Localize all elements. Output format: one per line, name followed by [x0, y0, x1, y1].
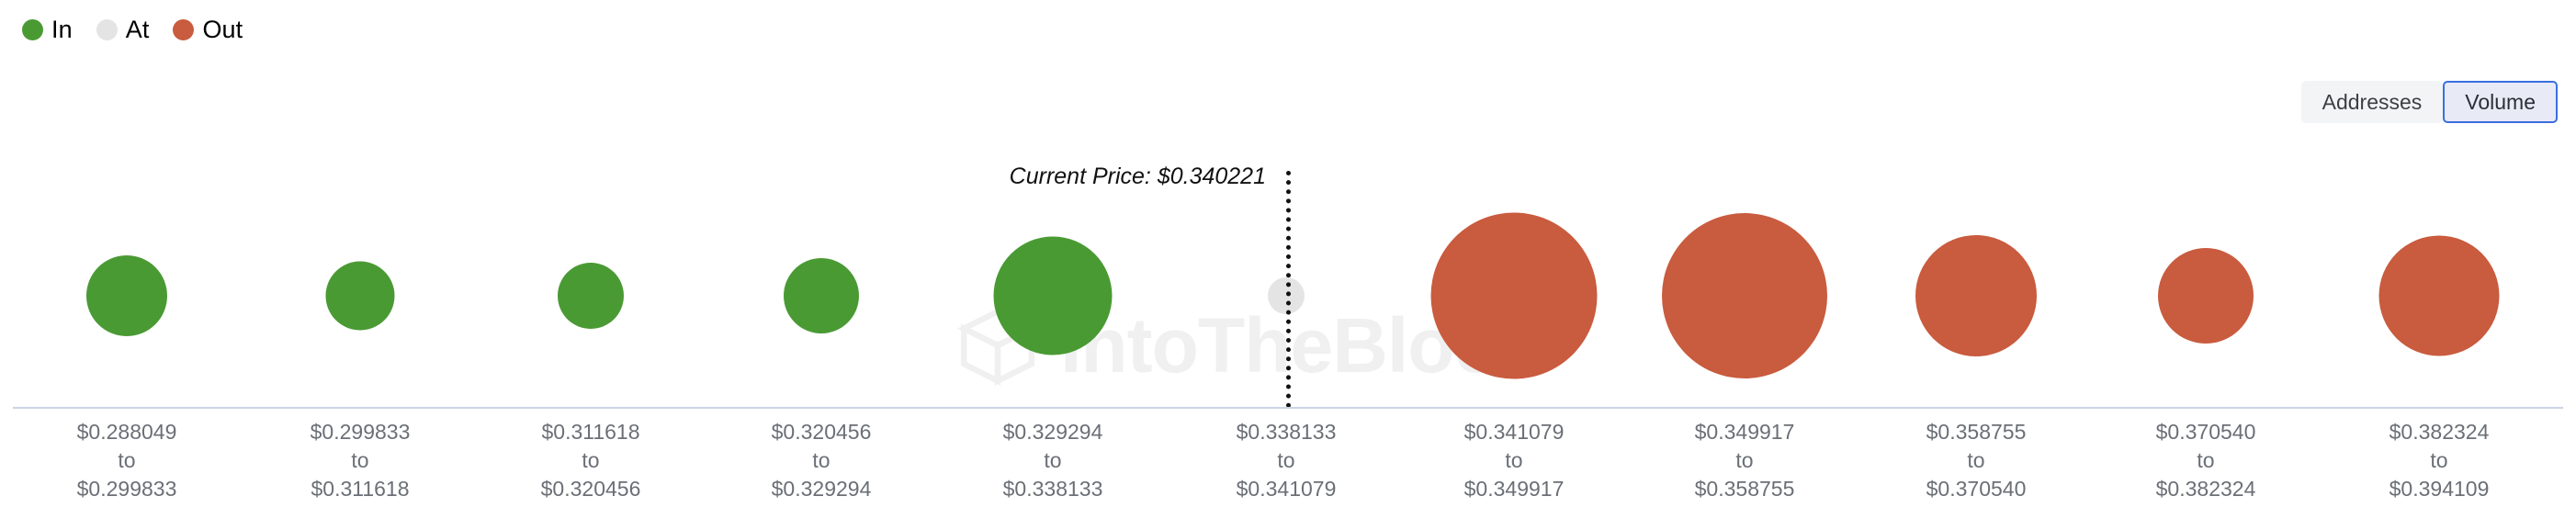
- current-price-line: [1286, 171, 1291, 408]
- range-from: $0.320456: [771, 420, 872, 444]
- x-axis-label-7: $0.349917 to $0.358755: [1695, 418, 1795, 503]
- x-axis-label-10: $0.382324 to $0.394109: [2390, 418, 2490, 503]
- range-from: $0.288049: [76, 420, 177, 444]
- x-axis-baseline: [13, 407, 2563, 409]
- range-from: $0.358755: [1926, 420, 2027, 444]
- bubble-out-7[interactable]: [1662, 213, 1827, 378]
- bubble-histogram-chart: In At Out Addresses Volume IntoTheBlock Cur…: [0, 0, 2576, 530]
- range-to: $0.341079: [1236, 477, 1337, 501]
- range-separator: to: [2197, 448, 2215, 472]
- range-from: $0.329294: [1002, 420, 1103, 444]
- range-to: $0.382324: [2155, 477, 2256, 501]
- x-axis-label-3: $0.320456 to $0.329294: [772, 418, 872, 503]
- range-to: $0.349917: [1463, 477, 1565, 501]
- range-separator: to: [351, 448, 369, 472]
- range-separator: to: [1277, 448, 1295, 472]
- range-to: $0.358755: [1694, 477, 1795, 501]
- range-from: $0.370540: [2155, 420, 2256, 444]
- bubble-out-9[interactable]: [2158, 248, 2254, 344]
- range-to: $0.299833: [76, 477, 177, 501]
- range-separator: to: [812, 448, 830, 472]
- range-from: $0.338133: [1236, 420, 1337, 444]
- range-separator: to: [1967, 448, 1985, 472]
- x-axis-label-2: $0.311618 to $0.320456: [541, 418, 641, 503]
- range-to: $0.311618: [311, 477, 410, 501]
- bubble-in-3[interactable]: [784, 258, 859, 333]
- range-to: $0.370540: [1926, 477, 2027, 501]
- bubble-out-6[interactable]: [1430, 212, 1598, 379]
- x-axis-label-9: $0.370540 to $0.382324: [2156, 418, 2256, 503]
- range-from: $0.341079: [1463, 420, 1565, 444]
- range-to: $0.329294: [771, 477, 872, 501]
- x-axis-labels: $0.288049 to $0.299833 $0.299833 to $0.311618…: [0, 418, 2576, 519]
- bubble-in-4[interactable]: [993, 236, 1113, 355]
- x-axis-label-5: $0.338133 to $0.341079: [1237, 418, 1337, 503]
- bubble-out-8[interactable]: [1915, 235, 2037, 356]
- range-separator: to: [1505, 448, 1523, 472]
- bubble-in-0[interactable]: [86, 255, 167, 336]
- range-to: $0.320456: [540, 477, 641, 501]
- range-separator: to: [2430, 448, 2448, 472]
- x-axis-label-6: $0.341079 to $0.349917: [1464, 418, 1565, 503]
- range-separator: to: [1044, 448, 1062, 472]
- x-axis-label-4: $0.329294 to $0.338133: [1003, 418, 1103, 503]
- range-separator: to: [1735, 448, 1754, 472]
- range-separator: to: [118, 448, 136, 472]
- range-separator: to: [582, 448, 600, 472]
- bubble-in-1[interactable]: [325, 261, 395, 331]
- x-axis-label-0: $0.288049 to $0.299833: [77, 418, 177, 503]
- range-to: $0.394109: [2389, 477, 2490, 501]
- plot-area: IntoTheBlock Current Price: $0.340221 $0…: [0, 0, 2576, 530]
- range-from: $0.382324: [2389, 420, 2490, 444]
- bubble-out-10[interactable]: [2378, 235, 2500, 356]
- range-from: $0.311618: [541, 420, 640, 444]
- x-axis-label-8: $0.358755 to $0.370540: [1926, 418, 2027, 503]
- x-axis-label-1: $0.299833 to $0.311618: [311, 418, 411, 503]
- range-to: $0.338133: [1002, 477, 1103, 501]
- range-from: $0.299833: [310, 420, 411, 444]
- current-price-label: Current Price: $0.340221: [1009, 164, 1266, 189]
- bubble-in-2[interactable]: [558, 263, 624, 329]
- range-from: $0.349917: [1694, 420, 1795, 444]
